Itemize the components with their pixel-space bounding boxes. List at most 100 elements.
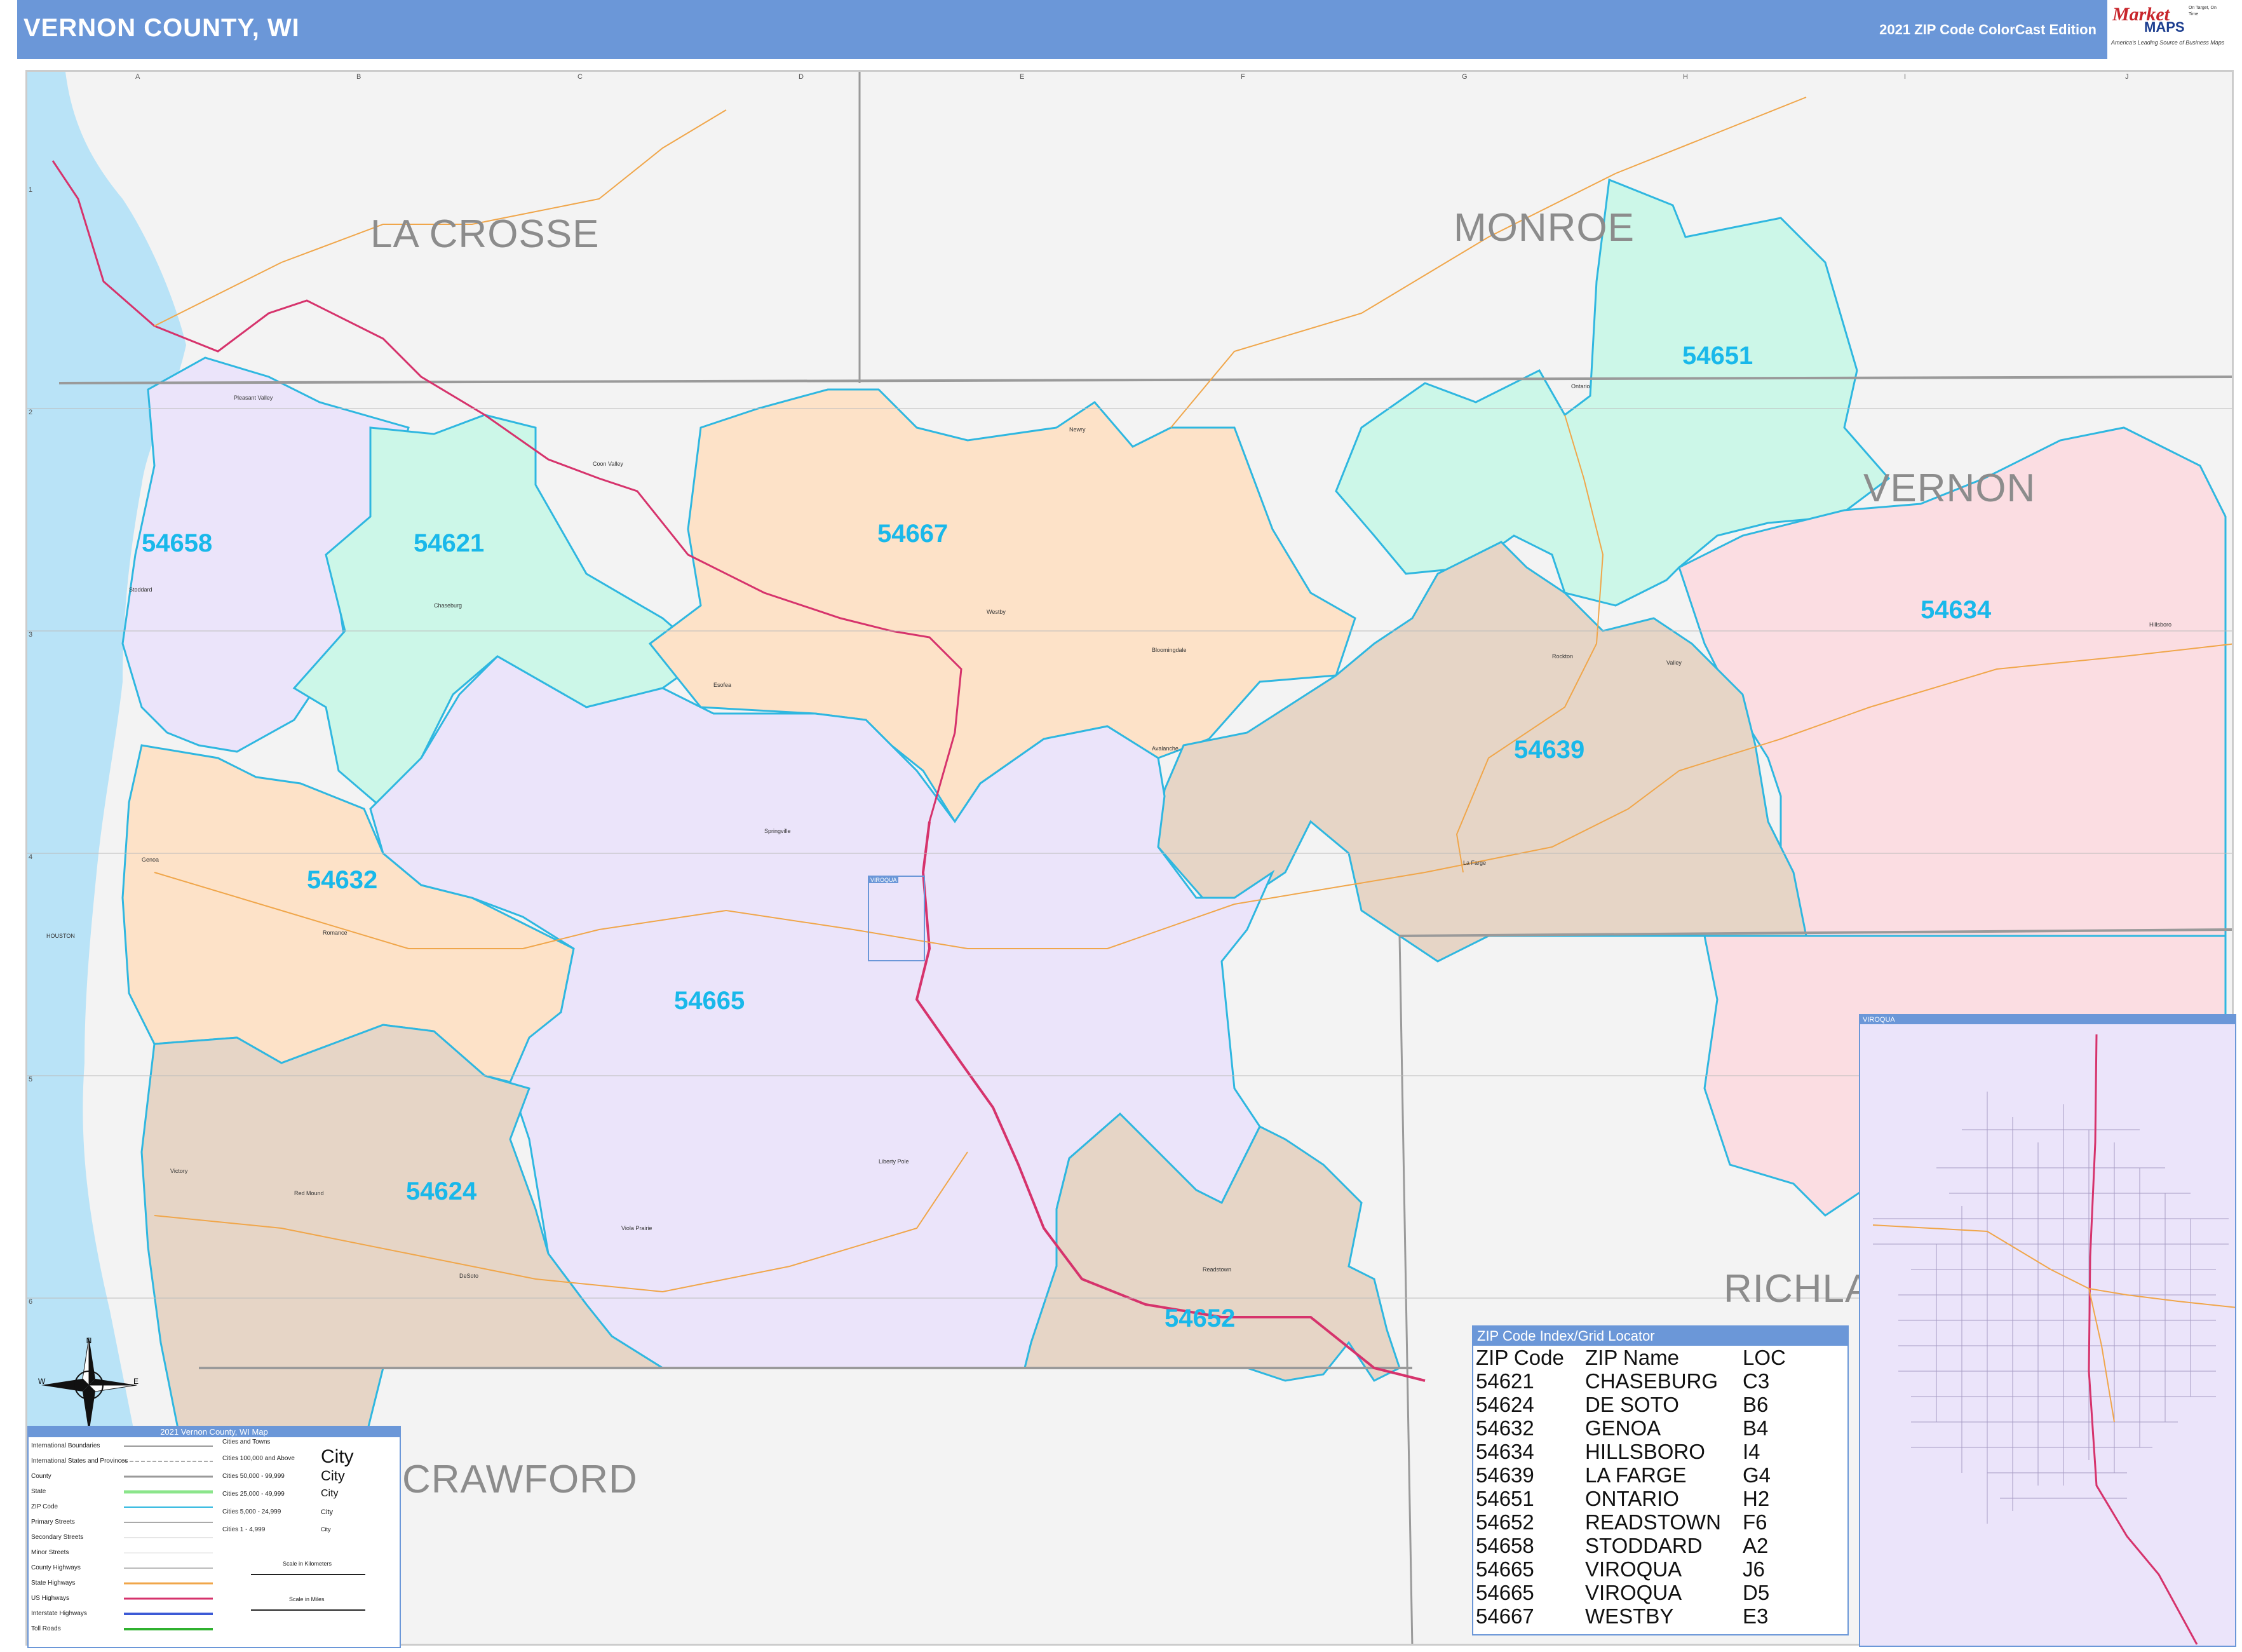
loc-cell: A2 [1743, 1534, 1769, 1557]
legend-city-sample-m: City [321, 1488, 339, 1499]
town-red-mound: Red Mound [294, 1190, 324, 1196]
zip-cell: 54665 [1476, 1557, 1534, 1581]
county-label-la-crosse: LA CROSSE [370, 212, 600, 256]
town-viola-prairie: Viola Prairie [621, 1225, 652, 1231]
town-springville: Springville [764, 828, 791, 834]
zip-label-54624[interactable]: 54624 [406, 1177, 476, 1206]
zip-cell: 54632 [1476, 1416, 1534, 1440]
legend-city-sample-l: City [321, 1468, 345, 1484]
zip-cell: 54665 [1476, 1581, 1534, 1604]
county-boundary [58, 376, 2232, 384]
town-esofea: Esofea [713, 682, 732, 688]
town-romance: Romance [323, 930, 348, 936]
grid-col-c: C [577, 73, 583, 81]
zip-label-54639[interactable]: 54639 [1514, 736, 1584, 764]
grid-col-e: E [1020, 73, 1025, 81]
grid-row-1: 1 [29, 186, 33, 194]
town-houston: HOUSTON [46, 933, 75, 939]
zip-name-cell: LA FARGE [1585, 1463, 1687, 1487]
county-label-crawford: CRAWFORD [402, 1458, 638, 1501]
zip-cell: 54652 [1476, 1510, 1534, 1534]
viroqua-locator-box[interactable]: VIROQUA [868, 876, 925, 961]
loc-cell: G4 [1743, 1463, 1771, 1487]
grid-col-f: F [1241, 73, 1245, 81]
town-la-farge: La Farge [1463, 860, 1487, 866]
grid-row-2: 2 [29, 409, 33, 416]
viroqua-inset-map[interactable]: VIROQUA [1859, 1014, 2236, 1647]
town-coon-valley: Coon Valley [593, 461, 623, 467]
edition-label: 2021 ZIP Code ColorCast Edition [1879, 22, 2097, 37]
legend-city-item: Cities 50,000 - 99,999 [222, 1473, 285, 1480]
column-header: LOC [1743, 1346, 1786, 1369]
viroqua-locator-title: VIROQUA [869, 877, 898, 883]
town-chaseburg: Chaseburg [434, 602, 463, 609]
legend-city-header: Cities and Towns [222, 1439, 271, 1446]
grid-row-5: 5 [29, 1076, 33, 1083]
grid-col-g: G [1462, 73, 1468, 81]
zip-label-54665[interactable]: 54665 [674, 987, 745, 1015]
grid-col-d: D [799, 73, 804, 81]
legend-scale-km: Scale in Kilometers [283, 1561, 332, 1567]
table-row[interactable]: 54652 READSTOWN F6 [1476, 1510, 1786, 1534]
town-rockton: Rockton [1552, 653, 1574, 660]
zip-cell: 54621 [1476, 1369, 1534, 1393]
loc-cell: F6 [1743, 1510, 1767, 1534]
viroqua-inset-streets [1872, 1034, 2235, 1645]
compass-n: N [86, 1336, 92, 1345]
county-label-richland: RICHLA [1724, 1267, 1872, 1311]
town-stoddard: Stoddard [129, 586, 152, 593]
legend-city-item: Cities 100,000 and Above [222, 1455, 295, 1462]
town-westby: Westby [987, 609, 1006, 615]
grid-col-b: B [356, 73, 361, 81]
table-row[interactable]: 54639 LA FARGE G4 [1476, 1463, 1786, 1487]
map-title: VERNON COUNTY, WI [24, 14, 300, 42]
zip-name-cell: GENOA [1585, 1416, 1661, 1440]
zip-label-54621[interactable]: 54621 [414, 529, 484, 558]
town-liberty-pole: Liberty Pole [879, 1158, 909, 1165]
zip-cell: 54624 [1476, 1393, 1534, 1416]
table-row[interactable]: 54634 HILLSBORO I4 [1476, 1440, 1786, 1463]
table-row[interactable]: 54621 CHASEBURG C3 [1476, 1369, 1786, 1393]
town-hillsboro: Hillsboro [2149, 621, 2172, 628]
table-row[interactable]: 54667 WESTBY E3 [1476, 1604, 1786, 1628]
loc-cell: D5 [1743, 1581, 1770, 1604]
table-row[interactable]: 54665 VIROQUA J6 [1476, 1557, 1786, 1581]
table-row[interactable]: 54624 DE SOTO B6 [1476, 1393, 1786, 1416]
town-victory: Victory [170, 1168, 188, 1174]
town-valley: Valley [1666, 660, 1682, 666]
market-maps-logo: Market MAPS America's Leading Source of … [2107, 0, 2227, 59]
zip-label-54658[interactable]: 54658 [142, 529, 212, 558]
legend-city-sample-xs: City [321, 1526, 331, 1533]
zip-cell: 54667 [1476, 1604, 1534, 1628]
county-label-monroe: MONROE [1454, 206, 1635, 250]
loc-cell: E3 [1743, 1604, 1769, 1628]
zip-label-54651[interactable]: 54651 [1682, 342, 1753, 370]
grid-col-h: H [1683, 73, 1688, 81]
compass-rose-icon: N S E W [38, 1336, 138, 1436]
zip-index-title: ZIP Code Index/Grid Locator [1473, 1327, 1847, 1346]
table-row[interactable]: 54665 VIROQUA D5 [1476, 1581, 1786, 1604]
zip-label-54632[interactable]: 54632 [307, 866, 377, 895]
town-avalanche: Avalanche [1152, 745, 1178, 752]
zip-label-54667[interactable]: 54667 [877, 520, 948, 548]
loc-cell: H2 [1743, 1487, 1770, 1510]
table-row[interactable]: 54651 ONTARIO H2 [1476, 1487, 1786, 1510]
table-row[interactable]: 54632 GENOA B4 [1476, 1416, 1786, 1440]
compass-e: E [133, 1377, 138, 1386]
zip-name-cell: STODDARD [1585, 1534, 1703, 1557]
zip-label-54634[interactable]: 54634 [1921, 596, 1991, 625]
map-legend: 2021 Vernon County, WI Map International… [27, 1426, 401, 1648]
legend-city-sample-s: City [321, 1508, 333, 1516]
zip-cell: 54658 [1476, 1534, 1534, 1557]
grid-col-j: J [2125, 73, 2129, 81]
zip-label-54652[interactable]: 54652 [1165, 1304, 1235, 1333]
table-row[interactable]: 54658 STODDARD A2 [1476, 1534, 1786, 1557]
logo-tagline: America's Leading Source of Business Map… [2111, 39, 2225, 46]
grid-col-a: A [135, 73, 140, 81]
legend-scale-mi: Scale in Miles [289, 1596, 325, 1602]
logo-text-maps: MAPS [2144, 19, 2185, 35]
town-ontario: Ontario [1571, 383, 1590, 389]
table-header-row: ZIP Code ZIP Name LOC [1476, 1346, 1786, 1369]
zip-name-cell: ONTARIO [1585, 1487, 1679, 1510]
legend-city-sample-xl: City [321, 1446, 354, 1467]
